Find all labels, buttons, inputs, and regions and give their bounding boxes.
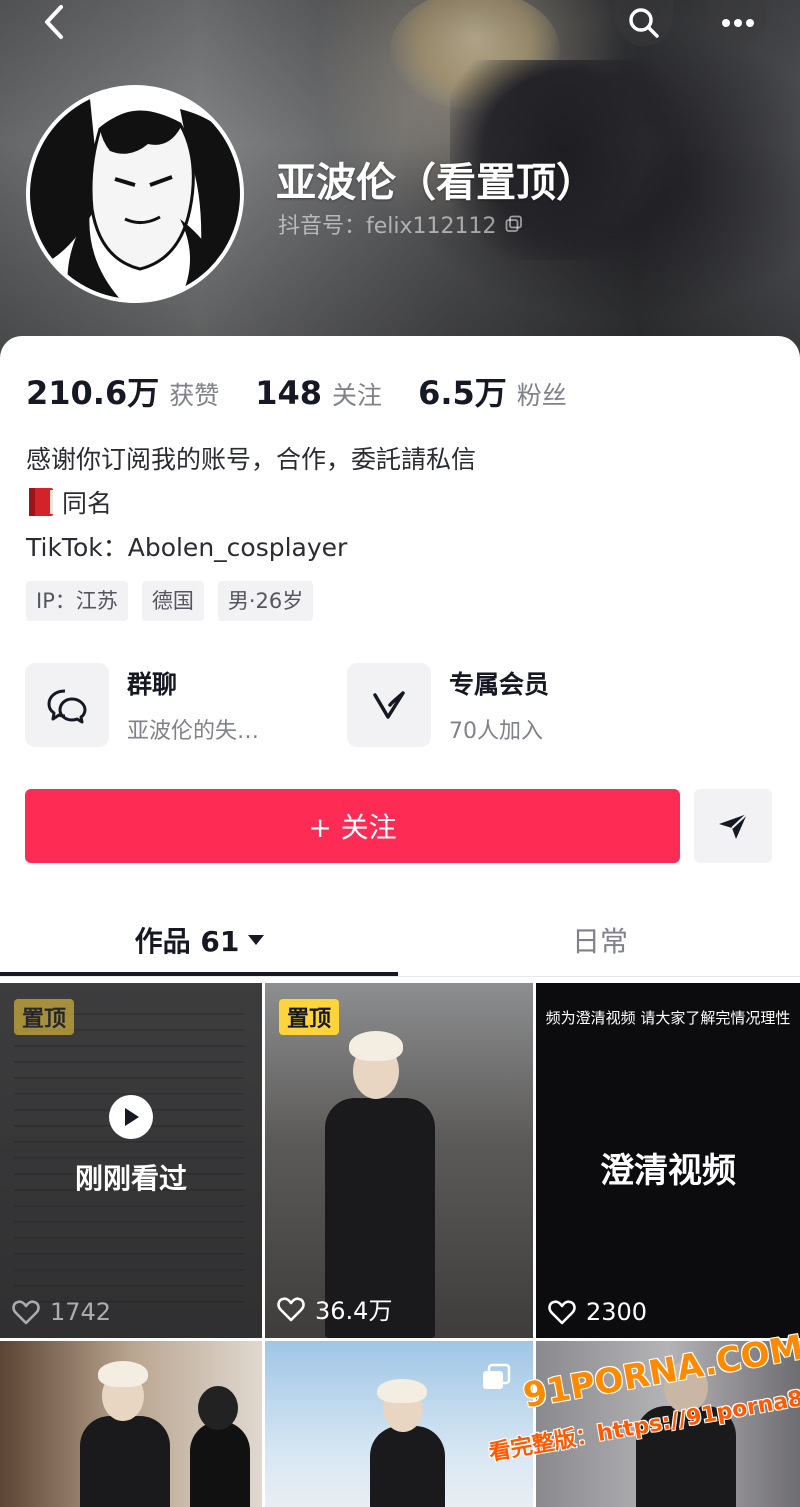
follow-button[interactable]: + 关注 — [25, 789, 680, 863]
stat-likes[interactable]: 210.6万 获赞 — [26, 368, 219, 414]
profile-tags: IP：江苏 德国 男·26岁 — [26, 581, 314, 621]
chevron-left-icon — [45, 5, 63, 39]
like-count: 1742 — [12, 1298, 111, 1326]
stat-value: 6.5万 — [418, 374, 507, 412]
vip-v-icon — [347, 663, 431, 747]
video-tile[interactable] — [0, 1341, 262, 1507]
tag-ip: IP：江苏 — [26, 581, 128, 621]
membership-entry[interactable]: 专属会员 70人加入 — [347, 663, 549, 747]
heart-icon — [277, 1296, 305, 1321]
like-count-text: 1742 — [50, 1298, 112, 1326]
stat-value: 210.6万 — [26, 374, 160, 412]
tag-region: 德国 — [141, 581, 204, 621]
tab-works[interactable]: 作品 61 — [0, 905, 400, 975]
video-tile[interactable]: 频为澄清视频 请大家了解完情况理性 澄清视频 2300 — [536, 983, 800, 1338]
heart-icon — [12, 1300, 40, 1325]
group-chat-subtitle: 亚波伦的失… — [127, 719, 260, 744]
recently-watched: 刚刚看过 — [0, 1095, 262, 1197]
stat-label: 粉丝 — [516, 381, 567, 410]
caret-down-icon — [248, 935, 265, 945]
video-person — [265, 983, 533, 1338]
video-person — [0, 1341, 262, 1507]
douyin-id-text: 抖音号：felix112112 — [278, 214, 497, 239]
play-icon — [109, 1095, 153, 1139]
chat-bubbles-icon — [25, 663, 109, 747]
bio-line: 同名 — [26, 484, 112, 520]
video-caption: 频为澄清视频 请大家了解完情况理性 — [545, 1009, 791, 1027]
tab-daily[interactable]: 日常 — [400, 905, 800, 975]
membership-title: 专属会员 — [449, 670, 550, 699]
share-button[interactable] — [694, 789, 772, 863]
heart-icon — [548, 1300, 576, 1325]
stat-followers[interactable]: 6.5万 粉丝 — [418, 368, 567, 414]
video-tile[interactable]: 置顶 刚刚看过 1742 — [0, 983, 262, 1338]
video-title: 澄清视频 — [600, 1151, 736, 1191]
bio-line-text: 同名 — [62, 489, 113, 518]
red-book-icon — [29, 488, 53, 516]
tab-active-indicator — [0, 972, 398, 976]
group-chat-entry[interactable]: 群聊 亚波伦的失… — [25, 663, 259, 747]
pinned-badge: 置顶 — [14, 999, 75, 1035]
group-chat-title: 群聊 — [127, 670, 178, 699]
search-icon — [629, 8, 659, 38]
like-count-text: 36.4万 — [315, 1297, 393, 1325]
membership-subtitle: 70人加入 — [449, 719, 543, 744]
more-dots-icon — [722, 19, 754, 27]
profile-stats: 210.6万 获赞 148 关注 6.5万 粉丝 — [26, 368, 603, 414]
stat-label: 获赞 — [169, 381, 220, 410]
tab-divider — [0, 976, 800, 977]
avatar[interactable] — [26, 85, 244, 303]
content-tabs: 作品 61 日常 — [0, 905, 800, 980]
bio-line: 感谢你订阅我的账号，合作，委託請私信 — [26, 445, 477, 474]
stat-label: 关注 — [332, 381, 383, 410]
bio-line: TikTok：Abolen_cosplayer — [26, 533, 348, 562]
send-arrow-icon — [719, 813, 748, 839]
back-button[interactable] — [22, 0, 86, 46]
recently-watched-label: 刚刚看过 — [74, 1162, 187, 1195]
avatar-illustration — [30, 89, 240, 299]
profile-nickname: 亚波伦（看置顶） — [276, 160, 596, 206]
stat-value: 148 — [255, 374, 323, 412]
stat-following[interactable]: 148 关注 — [255, 374, 382, 412]
like-count: 36.4万 — [277, 1291, 392, 1326]
tab-works-label: 作品 61 — [134, 925, 240, 958]
pinned-badge: 置顶 — [279, 999, 340, 1035]
tag-gender-age: 男·26岁 — [217, 581, 314, 621]
video-tile[interactable]: 置顶 36.4万 — [265, 983, 533, 1338]
copy-icon[interactable] — [505, 215, 523, 233]
douyin-id[interactable]: 抖音号：felix112112 — [278, 208, 523, 240]
